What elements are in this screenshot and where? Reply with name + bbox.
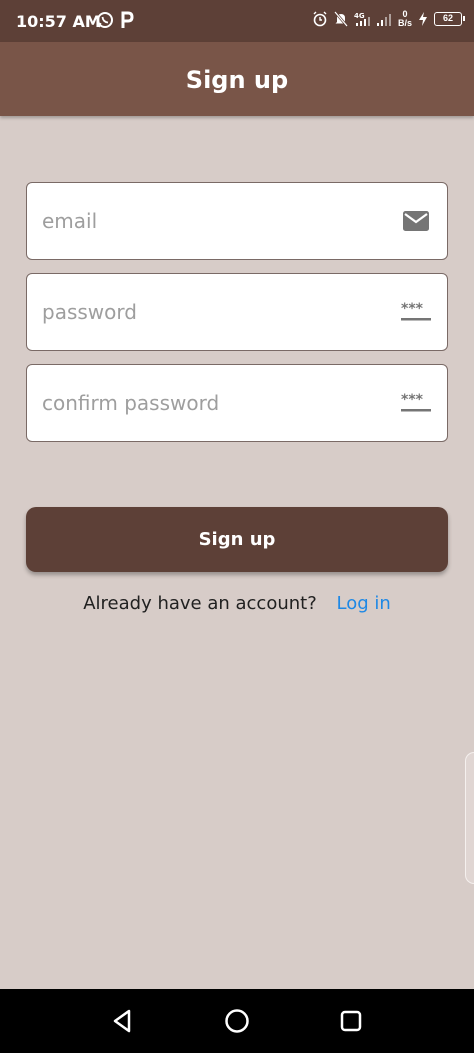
paytm-icon xyxy=(121,11,134,28)
status-icons-left xyxy=(96,11,134,29)
svg-text:***: *** xyxy=(401,301,424,317)
recents-icon[interactable] xyxy=(337,1007,365,1035)
svg-text:4G: 4G xyxy=(354,12,365,20)
home-icon[interactable] xyxy=(223,1007,251,1035)
whatsapp-icon xyxy=(97,12,113,28)
app-bar: Sign up xyxy=(0,42,474,116)
net-speed-unit: B/s xyxy=(397,18,412,28)
mail-icon xyxy=(403,211,429,231)
status-icons-right: 4G 0 B/s 62 xyxy=(312,10,465,28)
svg-text:***: *** xyxy=(401,392,424,408)
charging-icon xyxy=(419,12,427,26)
account-prompt-text: Already have an account? xyxy=(83,593,317,614)
battery-icon: 62 xyxy=(434,12,465,26)
alarm-icon xyxy=(313,11,327,27)
password-icon: *** xyxy=(401,392,431,412)
back-icon[interactable] xyxy=(109,1007,137,1035)
page-title: Sign up xyxy=(185,66,289,94)
password-icon: *** xyxy=(401,301,431,321)
signup-button[interactable]: Sign up xyxy=(26,507,448,572)
status-time: 10:57 AM xyxy=(16,12,101,31)
email-input[interactable] xyxy=(42,183,382,258)
net-speed: 0 B/s xyxy=(398,10,412,28)
login-link[interactable]: Log in xyxy=(337,593,391,614)
confirm-password-field[interactable]: *** xyxy=(26,364,448,442)
status-bar: 10:57 AM 4G 0 B/s 62 xyxy=(0,0,474,42)
mute-icon xyxy=(334,11,348,27)
navigation-bar xyxy=(0,989,474,1053)
password-field[interactable]: *** xyxy=(26,273,448,351)
password-input[interactable] xyxy=(42,274,382,349)
email-field[interactable] xyxy=(26,182,448,260)
login-prompt-row: Already have an account? Log in xyxy=(0,593,474,614)
signal-icon xyxy=(376,14,391,26)
confirm-password-input[interactable] xyxy=(42,365,382,440)
side-edge-handle[interactable] xyxy=(465,752,474,884)
signal-4g-icon: 4G xyxy=(354,12,370,26)
